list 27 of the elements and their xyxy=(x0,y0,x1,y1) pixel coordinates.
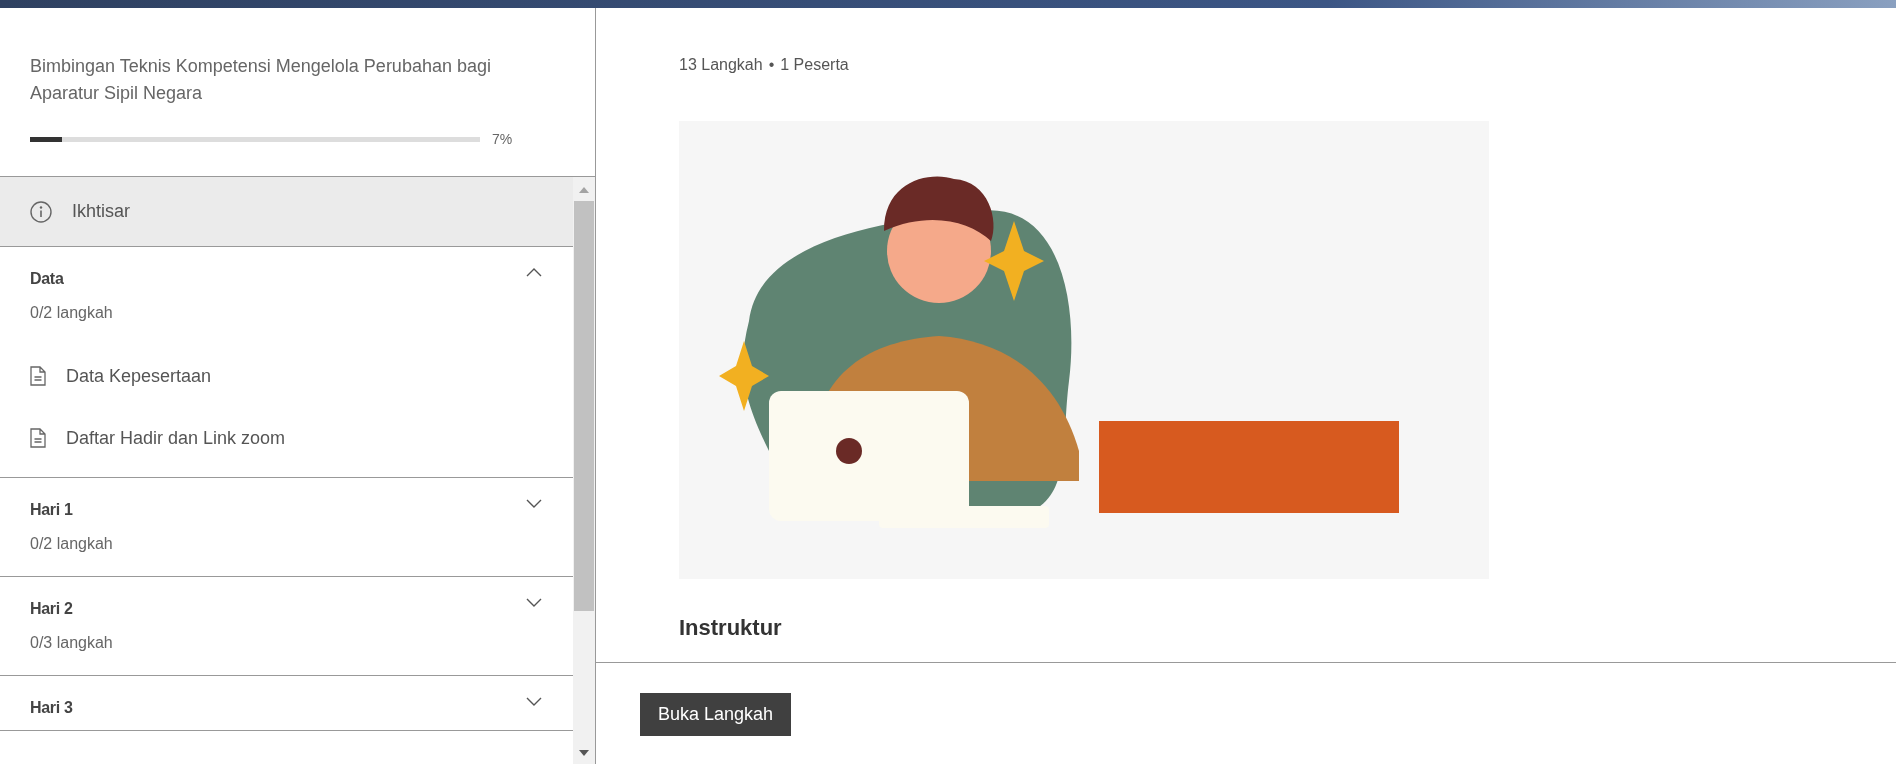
section-step-count: 0/3 langkah xyxy=(29,633,114,653)
chevron-icon xyxy=(525,696,543,707)
scroll-down-icon[interactable] xyxy=(578,748,590,758)
section-header[interactable]: Data xyxy=(0,247,573,301)
step-count: 13 Langkah xyxy=(679,55,763,75)
section-header[interactable]: Hari 3 xyxy=(0,676,573,730)
progress-percent: 7% xyxy=(492,130,513,149)
section-header[interactable]: Hari 1 xyxy=(0,478,573,532)
chevron-icon xyxy=(525,597,543,608)
overview-item[interactable]: Ikhtisar xyxy=(0,177,573,247)
step-item[interactable]: Daftar Hadir dan Link zoom xyxy=(0,407,573,469)
section-step-count: 0/2 langkah xyxy=(29,303,114,323)
step-item[interactable]: Data Kepesertaan xyxy=(0,345,573,407)
section-header[interactable]: Hari 2 xyxy=(0,577,573,631)
chevron-icon xyxy=(525,498,543,509)
info-icon xyxy=(30,200,52,223)
chevron-icon xyxy=(525,267,543,278)
separator-dot: • xyxy=(768,55,775,75)
scroll-up-icon[interactable] xyxy=(578,185,590,195)
section-heading: Instruktur xyxy=(679,614,783,642)
scrollbar[interactable] xyxy=(573,177,595,764)
document-icon xyxy=(30,366,46,386)
participant-count: 1 Peserta xyxy=(780,55,849,75)
section-step-count: 0/2 langkah xyxy=(29,534,114,554)
course-title: Bimbingan Teknis Kompetensi Mengelola Perubahan bagi Aparatur Sipil Negara xyxy=(30,55,492,105)
open-step-button[interactable]: Buka Langkah xyxy=(640,693,792,736)
document-icon xyxy=(30,428,46,448)
